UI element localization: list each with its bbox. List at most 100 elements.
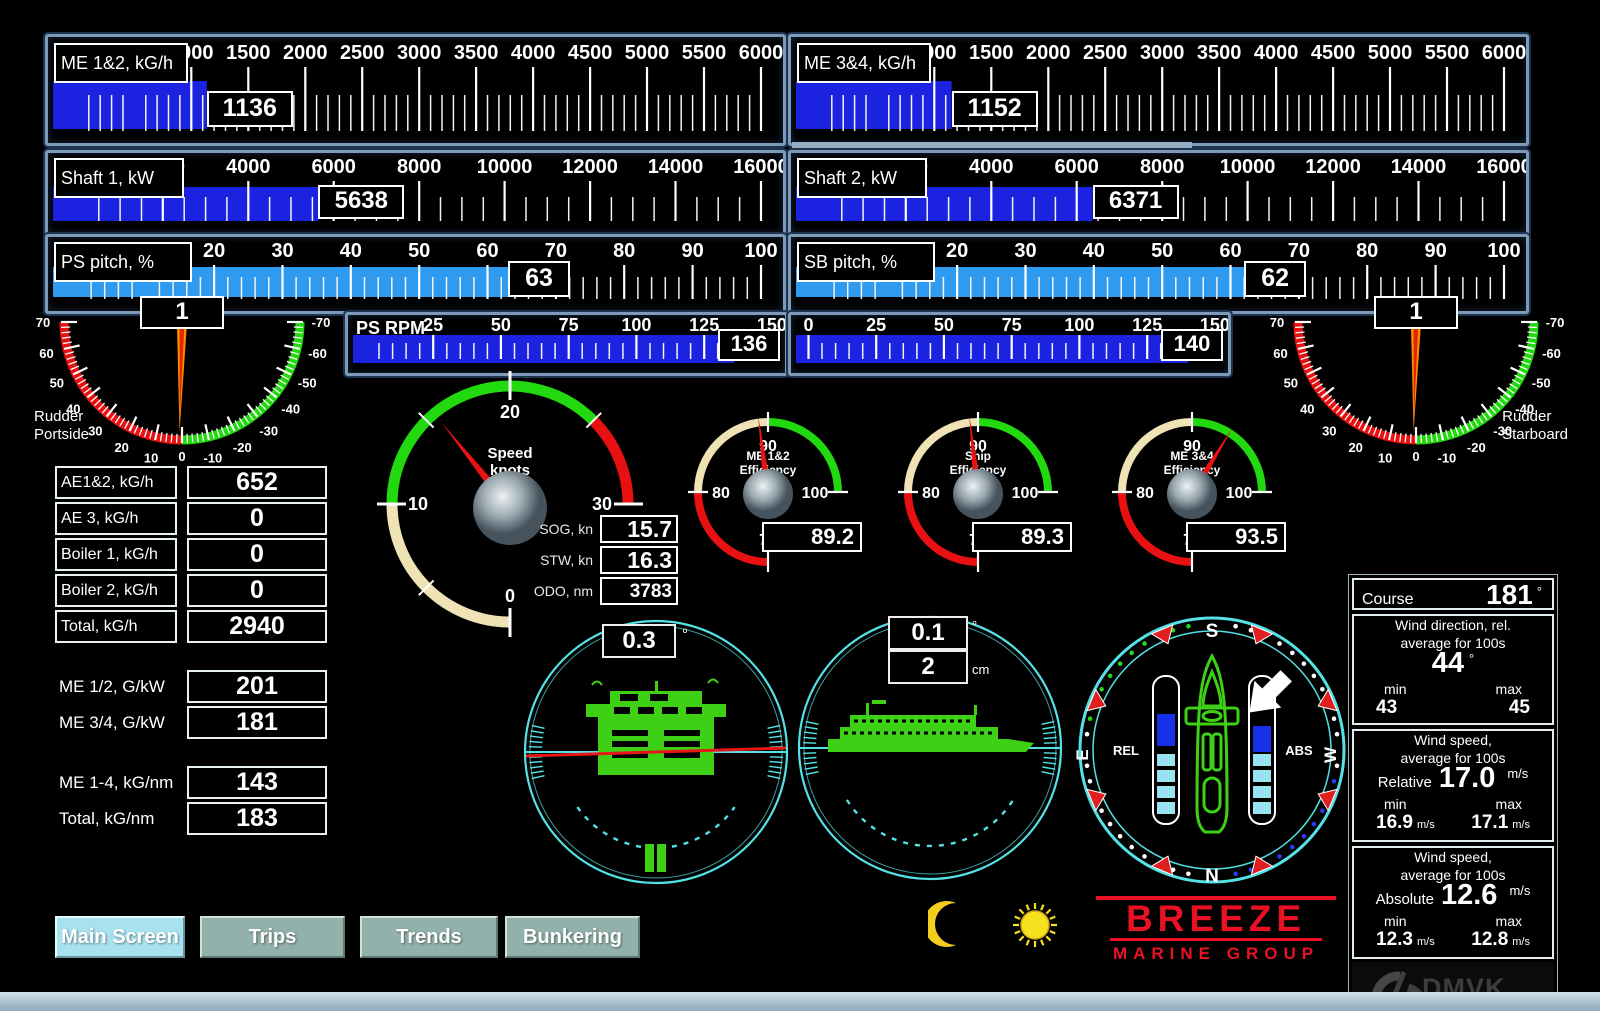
wind-speed-absolute-box: Wind speed, average for 100s Absolute12.… bbox=[1352, 846, 1554, 959]
gauge-value-box: 1152 bbox=[952, 91, 1038, 127]
scrollbar[interactable] bbox=[792, 142, 1192, 148]
svg-text:-20: -20 bbox=[1467, 440, 1486, 455]
svg-text:60: 60 bbox=[1219, 240, 1241, 262]
rudder-value-box: 1 bbox=[1374, 296, 1458, 329]
svg-text:30: 30 bbox=[592, 494, 612, 514]
rudder-portside-gauge: 706050403020100-10-20-30-40-50-60-70Rudd… bbox=[26, 296, 338, 468]
gauge-label: Shaft 1, kW bbox=[54, 158, 184, 198]
svg-text:30: 30 bbox=[1014, 240, 1036, 262]
breeze-logo: BREEZE MARINE GROUP bbox=[1096, 896, 1336, 964]
svg-text:4500: 4500 bbox=[568, 42, 613, 64]
heel-value-box: 0.3 bbox=[602, 624, 676, 658]
rudder-value-box: 1 bbox=[140, 296, 224, 329]
svg-text:-20: -20 bbox=[233, 440, 252, 455]
efficiency-value-box: 93.5 bbox=[1186, 522, 1286, 552]
svg-text:0: 0 bbox=[1412, 449, 1419, 464]
course-unit: ° bbox=[1537, 584, 1542, 599]
svg-text:-50: -50 bbox=[1532, 375, 1551, 390]
svg-text:3000: 3000 bbox=[397, 42, 442, 64]
svg-text:40: 40 bbox=[340, 240, 362, 262]
svg-text:8000: 8000 bbox=[1140, 156, 1185, 178]
svg-text:50: 50 bbox=[1151, 240, 1173, 262]
svg-text:80: 80 bbox=[613, 240, 635, 262]
gauge-label: PS pitch, % bbox=[54, 242, 192, 282]
svg-text:60: 60 bbox=[476, 240, 498, 262]
me12-fuel-gauge: 1000150020002500300035004000450050005500… bbox=[45, 34, 786, 146]
svg-text:100: 100 bbox=[1487, 240, 1520, 262]
me34-fuel-gauge: 1000150020002500300035004000450050005500… bbox=[788, 34, 1529, 146]
heel-unit: ° bbox=[682, 626, 688, 643]
table-row: Boiler 2, kG/h0 bbox=[55, 574, 327, 607]
svg-text:-60: -60 bbox=[1542, 346, 1561, 361]
trends-button[interactable]: Trends bbox=[360, 916, 498, 958]
shaft2-power-gauge: 200040006000800010000120001400016000Shaf… bbox=[788, 150, 1529, 236]
svg-text:6000: 6000 bbox=[1054, 156, 1099, 178]
svg-text:-70: -70 bbox=[312, 315, 331, 330]
speed-readouts: SOG, kn15.7 STW, kn16.3 ODO, nm3783 bbox=[505, 514, 678, 607]
gauge-label: SB pitch, % bbox=[797, 242, 935, 282]
table-row: ME 3/4, G/kW181 bbox=[55, 706, 327, 739]
gauge-value-box: 1136 bbox=[207, 91, 293, 127]
svg-text:2500: 2500 bbox=[340, 42, 385, 64]
svg-text:0: 0 bbox=[178, 449, 185, 464]
svg-text:-10: -10 bbox=[1438, 451, 1457, 466]
gauge-value-box: 136 bbox=[718, 329, 780, 361]
svg-text:W: W bbox=[1321, 746, 1340, 763]
course-label: Course bbox=[1354, 585, 1414, 610]
sog-label: SOG, kn bbox=[505, 521, 600, 537]
course-box: Course 181 ° bbox=[1352, 578, 1554, 610]
svg-text:20: 20 bbox=[203, 240, 225, 262]
svg-text:80: 80 bbox=[922, 485, 940, 502]
svg-text:30: 30 bbox=[271, 240, 293, 262]
trips-button[interactable]: Trips bbox=[200, 916, 345, 958]
svg-text:50: 50 bbox=[408, 240, 430, 262]
svg-text:5500: 5500 bbox=[1425, 42, 1470, 64]
svg-text:50: 50 bbox=[491, 315, 511, 335]
svg-text:8000: 8000 bbox=[397, 156, 442, 178]
svg-text:4000: 4000 bbox=[226, 156, 270, 178]
wind-speed-relative-box: Wind speed, average for 100s Relative17.… bbox=[1352, 729, 1554, 842]
bunkering-button[interactable]: Bunkering bbox=[505, 916, 640, 958]
stw-label: STW, kn bbox=[505, 552, 600, 568]
specific-consumption-table: ME 1/2, G/kW201 ME 3/4, G/kW181 bbox=[55, 670, 327, 742]
svg-text:25: 25 bbox=[423, 315, 443, 335]
table-row: AE1&2, kG/h652 bbox=[55, 466, 327, 499]
me34-efficiency-gauge: 708090100ME 3&4Efficiency93.5 bbox=[1090, 396, 1294, 600]
svg-text:3000: 3000 bbox=[1140, 42, 1185, 64]
gauge-value-box: 5638 bbox=[318, 185, 404, 219]
main-screen-button[interactable]: Main Screen bbox=[55, 916, 185, 958]
svg-text:10: 10 bbox=[408, 494, 428, 514]
table-row: Boiler 1, kG/h0 bbox=[55, 538, 327, 571]
table-row: Total, kG/h2940 bbox=[55, 610, 327, 643]
svg-text:20: 20 bbox=[500, 402, 520, 422]
svg-text:20: 20 bbox=[114, 440, 128, 455]
svg-text:10000: 10000 bbox=[477, 156, 533, 178]
moon-icon[interactable] bbox=[928, 900, 976, 950]
svg-text:0: 0 bbox=[803, 315, 813, 335]
per-mile-consumption-table: ME 1-4, kG/nm143 Total, kG/nm183 bbox=[55, 766, 327, 838]
svg-text:40: 40 bbox=[1083, 240, 1105, 262]
svg-text:100: 100 bbox=[744, 240, 777, 262]
gauge-label: ME 1&2, kG/h bbox=[54, 43, 188, 83]
svg-text:14000: 14000 bbox=[1391, 156, 1447, 178]
engine-monitoring-dashboard: 1000150020002500300035004000450050005500… bbox=[0, 0, 1600, 1011]
svg-text:90: 90 bbox=[1424, 240, 1446, 262]
svg-text:Ship: Ship bbox=[965, 449, 991, 463]
svg-text:4000: 4000 bbox=[969, 156, 1014, 178]
rudder-caption: RudderPortside bbox=[34, 408, 89, 444]
gauge-value-box: 63 bbox=[508, 261, 570, 297]
svg-text:100: 100 bbox=[1226, 485, 1253, 502]
svg-text:20: 20 bbox=[946, 240, 968, 262]
svg-text:12000: 12000 bbox=[562, 156, 618, 178]
sun-icon[interactable] bbox=[1006, 896, 1064, 954]
svg-text:70: 70 bbox=[1288, 240, 1310, 262]
svg-text:5000: 5000 bbox=[1368, 42, 1413, 64]
svg-text:16000: 16000 bbox=[1476, 156, 1526, 178]
svg-text:70: 70 bbox=[545, 240, 567, 262]
ship-efficiency-gauge: 708090100ShipEfficiency89.3 bbox=[876, 396, 1080, 600]
svg-text:100: 100 bbox=[1064, 315, 1094, 335]
svg-text:60: 60 bbox=[1273, 346, 1287, 361]
svg-text:70: 70 bbox=[36, 315, 50, 330]
svg-text:80: 80 bbox=[1356, 240, 1378, 262]
svg-text:40: 40 bbox=[1300, 402, 1314, 417]
